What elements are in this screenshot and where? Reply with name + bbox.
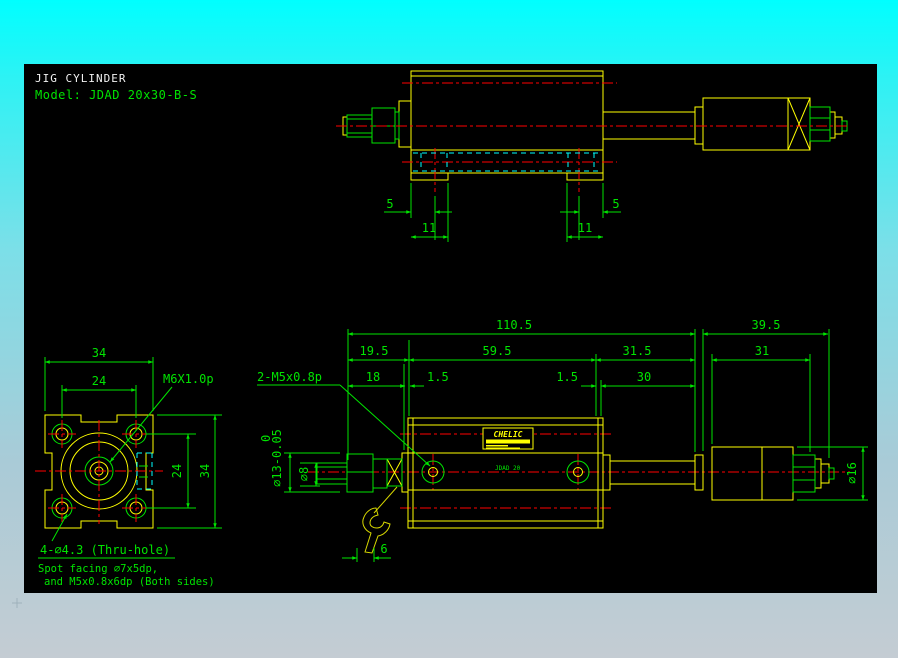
rod-dia-tolerance: 0 [259,435,273,442]
brand-name: CHELIC [494,430,523,439]
drawing-canvas [24,64,877,593]
dim-1-5-right: 1.5 [556,370,578,384]
brand-label: CHELIC [482,427,534,450]
model-label: Model: JDAD 20x30-B-S [35,88,197,102]
dim-31: 31 [755,344,769,358]
dim-59-5: 59.5 [483,344,512,358]
dim-34-right: 34 [198,464,212,478]
dim-11-left: 11 [422,221,436,235]
spot-facing-note-line2: and M5x0.8x6dp (Both sides) [44,576,215,588]
dim-110-5: 110.5 [496,318,532,332]
dim-11-right: 11 [578,221,592,235]
dim-24-right: 24 [170,464,184,478]
thread-callout: M6X1.0p [163,372,214,386]
dim-wrench-flats: 6 [380,542,387,556]
cad-viewport: JIG CYLINDER Model: JDAD 20x30-B-S 5 11 … [12,64,877,608]
dim-1-5-left: 1.5 [427,370,449,384]
crosshair-cursor [12,598,22,608]
port-callout: 2-M5x0.8p [257,370,322,384]
dim-39-5: 39.5 [752,318,781,332]
dim-31-5: 31.5 [623,344,652,358]
dim-19-5: 19.5 [360,344,389,358]
dim-18: 18 [366,370,380,384]
drawing-title: JIG CYLINDER [35,72,126,85]
body-marking: JDAD 20 [495,465,521,472]
dim-24-top: 24 [92,374,106,388]
dim-5-right: 5 [612,197,619,211]
thru-hole-callout: 4-∅4.3 (Thru-hole) [40,543,170,557]
thread-dia-callout: ∅8 [297,467,311,481]
dim-5-left: 5 [386,197,393,211]
dim-34-top: 34 [92,346,106,360]
dim-30: 30 [637,370,651,384]
spot-facing-note-line1: Spot facing ∅7x5dp, [38,563,158,575]
shock-dia-callout: ∅16 [845,462,859,484]
